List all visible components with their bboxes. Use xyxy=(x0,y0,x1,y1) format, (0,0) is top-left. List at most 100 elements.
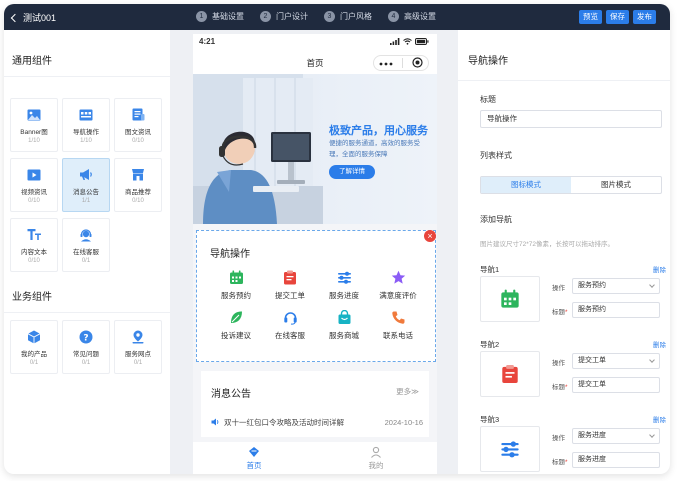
nav-operations-block[interactable]: 导航操作 × 服务预约 提交工单 服务进度 满意度评价 投诉建议 在线客服 服务… xyxy=(196,230,436,362)
phone-icon xyxy=(390,309,406,325)
component-count: 0/10 xyxy=(132,137,144,144)
nav-title-input[interactable]: 提交工单 xyxy=(572,377,660,393)
step-number: 2 xyxy=(260,11,271,22)
step-basic-settings[interactable]: 1 基础设置 xyxy=(196,11,244,22)
title-input[interactable]: 导航操作 xyxy=(480,110,662,128)
nav-item-label: 服务进度 xyxy=(329,291,359,300)
nav-item-service-progress[interactable]: 服务进度 xyxy=(317,269,371,301)
add-nav-label: 添加导航 xyxy=(480,215,512,224)
component-text[interactable]: 内容文本 0/10 xyxy=(10,218,58,272)
properties-title: 导航操作 xyxy=(468,56,508,67)
step-label: 门户风格 xyxy=(340,12,372,21)
nav-title-value: 提交工单 xyxy=(578,381,606,388)
notice-title: 消息公告 xyxy=(211,389,251,400)
close-target-icon[interactable] xyxy=(412,56,423,70)
nav-operations-grid: 服务预约 提交工单 服务进度 满意度评价 投诉建议 在线客服 服务商城 联系电话 xyxy=(209,269,425,341)
component-article[interactable]: 图文资讯 0/10 xyxy=(114,98,162,152)
operation-select[interactable]: 服务预约 xyxy=(572,278,660,294)
leaf-icon xyxy=(228,309,244,325)
delete-block-icon[interactable]: × xyxy=(424,230,436,242)
nav-item-complaint[interactable]: 投诉建议 xyxy=(209,309,263,341)
chevron-left-icon xyxy=(10,13,20,22)
delete-nav-link[interactable]: 删除 xyxy=(653,414,666,424)
component-customer-service[interactable]: 在线客服 0/1 xyxy=(62,218,110,272)
image-icon xyxy=(26,107,42,123)
bag-icon xyxy=(336,309,352,325)
nav-item-service-booking[interactable]: 服务预约 xyxy=(209,269,263,301)
step-label: 基础设置 xyxy=(212,12,244,21)
style-image-mode[interactable]: 图片模式 xyxy=(571,177,661,193)
component-label: 视频资讯 xyxy=(21,188,47,196)
banner-title: 极致产品，用心服务 xyxy=(329,125,428,137)
location-icon xyxy=(130,329,146,345)
banner-learn-more-button[interactable]: 了解详情 xyxy=(329,165,375,179)
step-advanced-settings[interactable]: 4 高级设置 xyxy=(388,11,436,22)
title-field-label: 标题 xyxy=(480,95,496,104)
tab-home[interactable]: 首页 xyxy=(193,442,315,474)
operation-select[interactable]: 服务进度 xyxy=(572,428,660,444)
step-portal-design[interactable]: 2 门户设计 xyxy=(260,11,308,22)
nav-item-submit-ticket[interactable]: 提交工单 xyxy=(263,269,317,301)
style-icon-mode[interactable]: 图标模式 xyxy=(481,177,571,193)
nav-item-online-service[interactable]: 在线客服 xyxy=(263,309,317,341)
nav-config-1: 导航1 删除 操作 服务预约 标题* 服务预约 xyxy=(480,264,666,334)
banner-subtitle: 便捷的服务通道，高效的服务受理，全面的服务保障 xyxy=(329,140,420,158)
component-product[interactable]: 商品推荐 0/10 xyxy=(114,158,162,212)
notice-item-date: 2024-10-16 xyxy=(384,418,423,427)
notice-block[interactable]: 消息公告 更多≫ 双十一红包口令攻略及活动时间详解 2024-10-16 xyxy=(201,371,429,437)
component-label: 我的产品 xyxy=(21,350,47,358)
component-faq[interactable]: ? 常见问题 0/1 xyxy=(62,320,110,374)
back-button[interactable]: 测试001 xyxy=(10,11,56,24)
component-service-outlets[interactable]: 服务网点 0/1 xyxy=(114,320,162,374)
operation-value: 服务进度 xyxy=(578,432,606,439)
component-notice[interactable]: 消息公告 1/1 xyxy=(62,158,110,212)
chevron-down-icon xyxy=(649,357,655,363)
speaker-icon xyxy=(211,418,220,428)
step-portal-style[interactable]: 3 门户风格 xyxy=(324,11,372,22)
delete-nav-link[interactable]: 删除 xyxy=(653,264,666,274)
nav-title-input[interactable]: 服务预约 xyxy=(572,302,660,318)
publish-button[interactable]: 发布 xyxy=(633,10,656,24)
shop-icon xyxy=(130,167,146,183)
component-nav[interactable]: 导航操作 1/10 xyxy=(62,98,110,152)
save-button[interactable]: 保存 xyxy=(606,10,629,24)
megaphone-icon xyxy=(78,167,94,183)
user-icon xyxy=(371,446,381,458)
calendar-icon xyxy=(501,289,519,308)
component-label: 导航操作 xyxy=(73,128,99,136)
operation-label-text: 操作 xyxy=(552,435,565,442)
component-my-products[interactable]: 我的产品 0/1 xyxy=(10,320,58,374)
more-dots-icon[interactable] xyxy=(379,59,393,68)
nav-item-contact-phone[interactable]: 联系电话 xyxy=(371,309,425,341)
component-video[interactable]: 视频资讯 0/10 xyxy=(10,158,58,212)
mini-program-capsule[interactable] xyxy=(373,55,429,71)
step-label: 高级设置 xyxy=(404,12,436,21)
general-components-grid: Banner图 1/10 导航操作 1/10 图文资讯 0/10 视频资讯 0/… xyxy=(10,98,166,272)
nav-title-value: 服务预约 xyxy=(578,306,606,313)
nav-item-satisfaction[interactable]: 满意度评价 xyxy=(371,269,425,301)
nav-icon-upload[interactable] xyxy=(480,276,540,322)
nav-icon-upload[interactable] xyxy=(480,426,540,472)
notice-item[interactable]: 双十一红包口令攻略及活动时间详解 2024-10-16 xyxy=(211,417,423,428)
nav-config-label: 导航1 xyxy=(480,265,500,274)
operation-value: 服务预约 xyxy=(578,282,606,289)
signal-wifi-battery-icon xyxy=(390,38,429,45)
component-label: 消息公告 xyxy=(73,188,99,196)
required-mark: * xyxy=(565,459,568,466)
tab-mine[interactable]: 我的 xyxy=(315,442,437,474)
nav-title-input[interactable]: 服务进度 xyxy=(572,452,660,468)
divider xyxy=(4,312,170,313)
preview-button[interactable]: 预览 xyxy=(579,10,602,24)
cube-icon xyxy=(26,329,42,345)
nav-icon-upload[interactable] xyxy=(480,351,540,397)
banner[interactable]: 极致产品，用心服务 便捷的服务通道，高效的服务受理，全面的服务保障 了解详情 xyxy=(193,74,437,224)
component-count: 0/1 xyxy=(81,257,91,264)
notice-more-link[interactable]: 更多≫ xyxy=(396,386,419,397)
component-banner[interactable]: Banner图 1/10 xyxy=(10,98,58,152)
operation-select[interactable]: 提交工单 xyxy=(572,353,660,369)
nav-item-service-mall[interactable]: 服务商城 xyxy=(317,309,371,341)
delete-nav-link[interactable]: 删除 xyxy=(653,339,666,349)
nav-config-3: 导航3 删除 操作 服务进度 标题* 服务进度 xyxy=(480,414,666,474)
video-icon xyxy=(26,167,42,183)
name-label: 标题* xyxy=(552,456,568,466)
